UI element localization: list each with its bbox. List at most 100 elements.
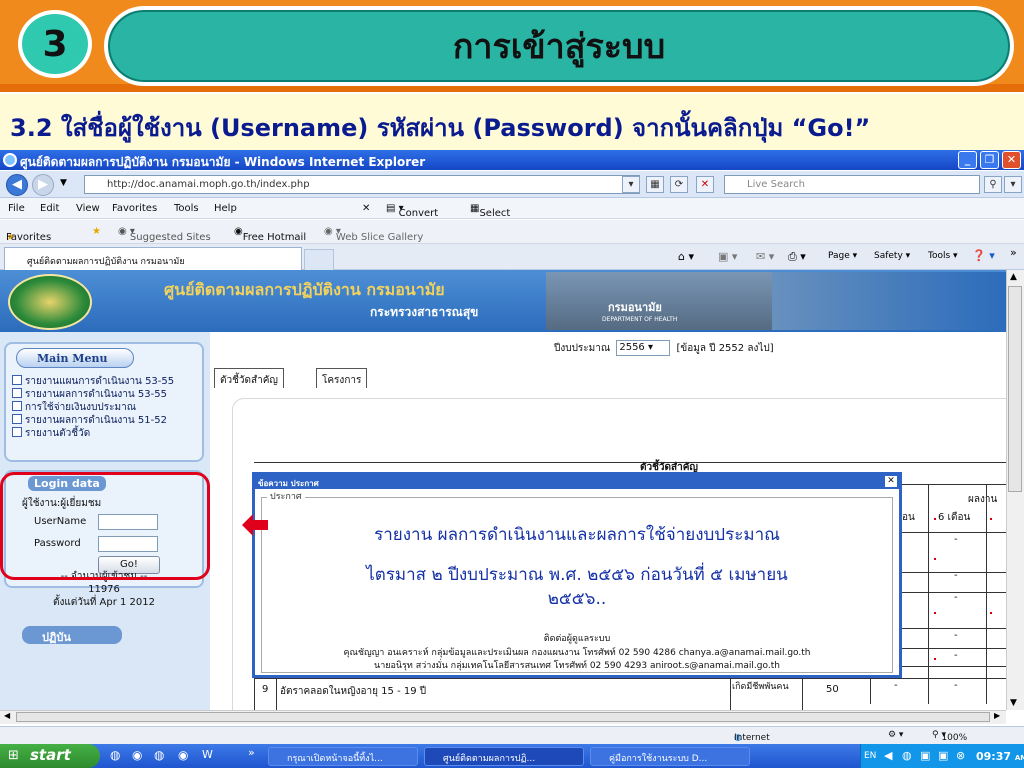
taskbar-item-1[interactable]: กรุณาเปิดหน้าจอนี้ทิ้งไ... <box>268 747 418 766</box>
table-gridline <box>902 532 1006 533</box>
web-slice-gallery-label: Web Slice Gallery <box>335 232 424 243</box>
taskbar-item-2[interactable]: ศูนย์ติดตามผลการปฏิ... <box>424 747 584 766</box>
quicklaunch-word-icon[interactable]: W <box>202 748 213 761</box>
taskbar-item-3[interactable]: คู่มือการใช้งานระบบ D... <box>590 747 750 766</box>
status-dot <box>934 558 936 560</box>
feeds-icon[interactable]: ▣ ▾ <box>718 250 737 263</box>
mail-icon[interactable]: ✉ ▾ <box>756 250 774 263</box>
language-indicator[interactable]: EN <box>864 751 876 761</box>
slide-instruction: 3.2 ใส่ชื่อผู้ใช้งาน (Username) รหัสผ่าน… <box>0 94 1024 152</box>
tray-icon-back[interactable]: ◀ <box>884 749 892 762</box>
protected-mode-icon[interactable]: ⚙ ▾ <box>888 730 903 740</box>
status-dot <box>934 658 936 660</box>
menu-item-kpi-report[interactable]: รายงานตัวชี้วัด <box>12 426 90 441</box>
window-title: ศูนย์ติดตามผลการปฏิบัติงาน กรมอนามัย - W… <box>20 155 426 169</box>
address-input[interactable]: http://doc.anamai.moph.go.th/index.php <box>84 175 640 194</box>
tools-menu-label: Tools <box>928 251 951 261</box>
popup-close-button[interactable]: ✕ <box>885 476 897 487</box>
search-icon[interactable]: ⚲ <box>984 176 1002 193</box>
toolbar-close-icon[interactable]: ✕ <box>362 203 370 214</box>
add-favorite-icon[interactable]: ★ <box>92 226 101 237</box>
safety-menu[interactable]: Safety ▾ <box>874 251 910 261</box>
row9-indicator[interactable]: อัตราคลอดในหญิงอายุ 15 - 19 ปี <box>280 684 426 699</box>
menu-tools[interactable]: Tools <box>174 203 199 214</box>
quicklaunch-ie-icon[interactable]: ◍ <box>110 748 120 762</box>
row9-value-2: - <box>954 680 958 691</box>
status-dot <box>934 612 936 614</box>
tray-app-icon[interactable]: ▣ <box>938 749 948 762</box>
horizontal-scrollbar-thumb[interactable] <box>16 712 990 722</box>
table-dash: - <box>954 592 958 603</box>
favorite-link-free-hotmail[interactable]: ◉ Free Hotmail <box>234 226 306 243</box>
suggested-sites-label: Suggested Sites <box>129 232 211 243</box>
select-label: Select <box>479 208 511 219</box>
main-menu-title: Main Menu <box>16 348 134 368</box>
restore-button[interactable]: ❐ <box>980 151 999 169</box>
new-tab-button[interactable] <box>304 249 334 270</box>
select-button[interactable]: ▦ Select <box>470 203 510 219</box>
scroll-right-icon[interactable]: ▶ <box>994 711 1000 720</box>
minimize-button[interactable]: _ <box>958 151 977 169</box>
tab-projects[interactable]: โครงการ <box>316 368 368 388</box>
refresh-icon[interactable]: ⟳ <box>670 176 688 193</box>
menu-file[interactable]: File <box>8 203 25 214</box>
close-window-button[interactable]: ✕ <box>1002 151 1021 169</box>
scroll-up-icon[interactable]: ▲ <box>1010 272 1017 282</box>
recent-pages-dropdown-icon[interactable]: ▼ <box>60 178 67 188</box>
quicklaunch-media-icon[interactable]: ◉ <box>132 748 142 762</box>
fiscal-year-select[interactable]: 2556 ▾ <box>616 340 671 356</box>
browser-tab-active[interactable]: ศูนย์ติดตามผลการปฏิบัติงาน กรมอนามัย <box>4 247 302 270</box>
visitor-count: 11976 <box>88 584 120 595</box>
popup-announcement-line1: รายงาน ผลการดำเนินงานและผลการใช้จ่ายงบปร… <box>374 525 780 545</box>
tray-security-icon[interactable]: ▣ <box>920 749 930 762</box>
home-icon[interactable]: ⌂ ▾ <box>678 250 694 263</box>
tray-network-icon[interactable]: ◍ <box>902 749 912 762</box>
favorite-link-web-slice-gallery[interactable]: ◉ Web Slice Gallery ▾ <box>324 226 423 243</box>
chevron-more-icon[interactable]: » <box>1010 246 1017 259</box>
zoom-control[interactable]: ⚲ 100% ▾ <box>932 730 967 743</box>
popup-title: ข้อความ ประกาศ <box>258 479 319 488</box>
menu-edit[interactable]: Edit <box>40 203 59 214</box>
search-options-icon[interactable]: ▾ <box>1004 176 1022 193</box>
fiscal-year-label: ปีงบประมาณ <box>554 343 611 354</box>
menu-view[interactable]: View <box>76 203 100 214</box>
table-gridline <box>902 628 1006 629</box>
popup-announcement-line3: ๒๕๕๖.. <box>547 589 607 609</box>
scroll-left-icon[interactable]: ◀ <box>4 711 10 720</box>
tools-menu[interactable]: Tools ▾ <box>928 251 958 261</box>
table-gridline <box>986 484 987 704</box>
quicklaunch-browser-icon[interactable]: ◍ <box>154 748 164 762</box>
back-button[interactable]: ◀ <box>6 174 28 196</box>
print-icon[interactable]: ⎙ ▾ <box>788 250 806 264</box>
favorite-link-suggested-sites[interactable]: ◉ Suggested Sites ▾ <box>118 226 211 243</box>
taskbar-clock[interactable]: 09:37 AM <box>976 750 1024 763</box>
compatibility-icon[interactable]: ▦ <box>646 176 664 193</box>
step-number-badge: 3 <box>18 10 92 78</box>
start-label: start <box>30 746 71 764</box>
forward-button[interactable]: ▶ <box>32 174 54 196</box>
table-gridline <box>902 648 1006 649</box>
menu-help[interactable]: Help <box>214 203 237 214</box>
row9-number: 9 <box>262 684 269 695</box>
table-gridline <box>902 666 1006 667</box>
quicklaunch-more-icon[interactable]: » <box>248 746 255 759</box>
help-icon[interactable]: ❓ ▾ <box>972 249 995 262</box>
windows-logo-icon: ⊞ <box>8 748 19 763</box>
fiscal-year-note[interactable]: [ข้อมูล ปี 2552 ลงไป] <box>677 343 774 354</box>
row9-value-1: - <box>894 680 898 691</box>
scroll-down-icon[interactable]: ▼ <box>1010 698 1017 708</box>
tray-alert-icon[interactable]: ⊗ <box>956 749 965 762</box>
popup-contact-title: ติดต่อผู้ดูแลระบบ <box>543 634 611 644</box>
clock-time: 09:37 <box>976 750 1012 763</box>
stop-icon[interactable]: ✕ <box>696 176 714 193</box>
login-highlight-outline <box>0 472 210 580</box>
address-dropdown-icon[interactable]: ▾ <box>622 176 640 193</box>
page-menu[interactable]: Page ▾ <box>828 251 857 261</box>
convert-button[interactable]: ▤ Convert ▾ <box>386 203 438 219</box>
search-input[interactable]: Live Search <box>724 175 980 194</box>
menu-favorites[interactable]: Favorites <box>112 203 157 214</box>
table-gridline <box>730 678 731 710</box>
vertical-scrollbar-thumb[interactable] <box>1008 286 1022 492</box>
tab-key-indicators[interactable]: ตัวชี้วัดสำคัญ <box>214 368 284 388</box>
quicklaunch-app-icon[interactable]: ◉ <box>178 748 188 762</box>
